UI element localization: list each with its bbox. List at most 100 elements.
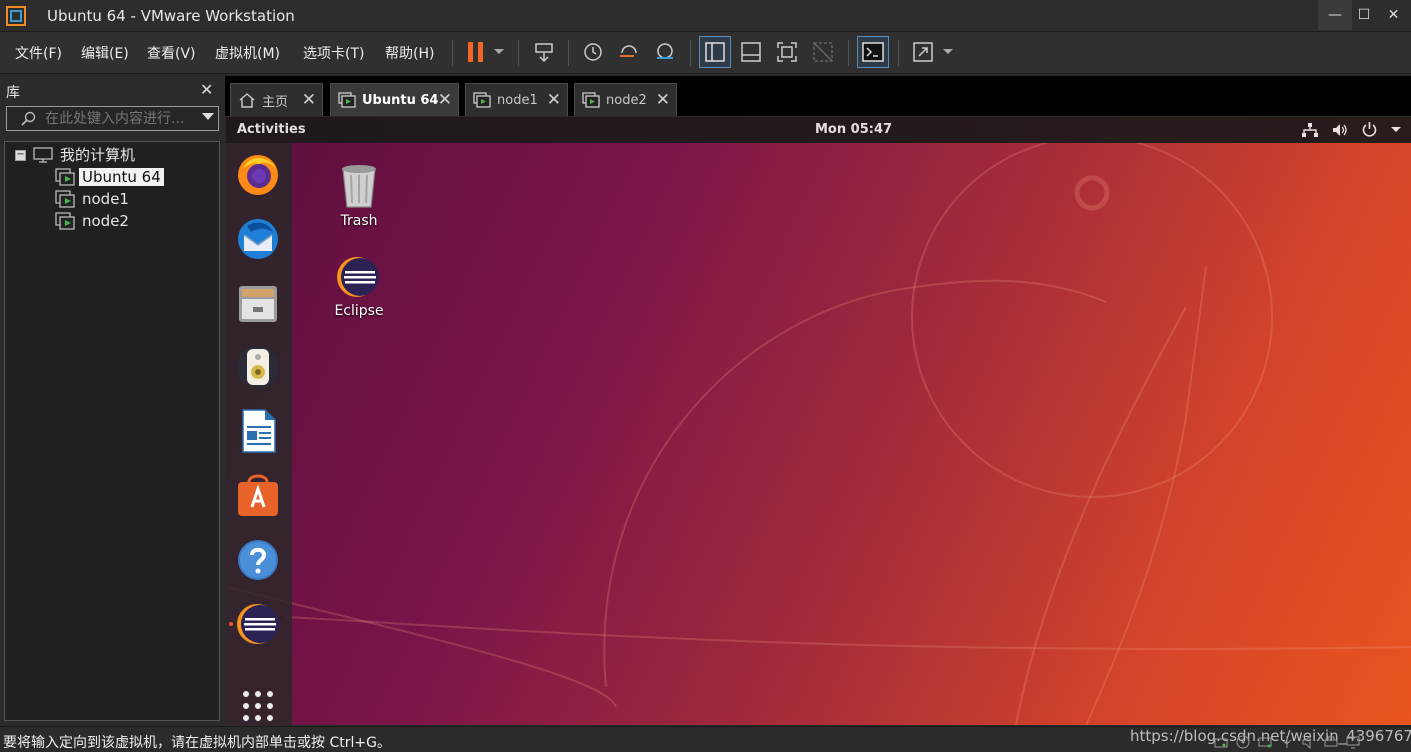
close-tab-button[interactable]: ✕ bbox=[656, 90, 670, 110]
dock-firefox[interactable] bbox=[235, 151, 281, 197]
dock-rhythmbox[interactable] bbox=[235, 344, 281, 390]
clock[interactable]: Mon 05:47 bbox=[815, 122, 892, 137]
tab-ubuntu-64[interactable]: Ubuntu 64 ✕ bbox=[330, 83, 459, 116]
snapshot-button[interactable] bbox=[577, 36, 609, 68]
library-search-input[interactable] bbox=[45, 109, 195, 128]
tree-item-node1[interactable]: node1 bbox=[55, 189, 132, 209]
tab-label: 主页 bbox=[262, 94, 289, 110]
dock-ubuntu-software[interactable] bbox=[235, 472, 281, 518]
network-icon[interactable] bbox=[1302, 122, 1318, 137]
vm-icon bbox=[473, 92, 491, 108]
menu-file[interactable]: 文件(F) bbox=[15, 43, 62, 63]
libreoffice-writer-icon bbox=[242, 409, 276, 453]
tree-collapse-toggle[interactable]: − bbox=[15, 150, 26, 161]
tree-item-label: Ubuntu 64 bbox=[79, 168, 164, 186]
desktop-trash[interactable]: Trash bbox=[319, 161, 399, 229]
tree-item-label: node1 bbox=[82, 190, 129, 208]
tab-node1[interactable]: node1 ✕ bbox=[465, 83, 568, 116]
maximize-button[interactable]: ☐ bbox=[1352, 0, 1376, 30]
dock-libreoffice-writer[interactable] bbox=[235, 408, 281, 454]
close-tab-button[interactable]: ✕ bbox=[547, 90, 561, 110]
vm-console[interactable]: Activities Mon 05:47 Trash Eclipse bbox=[226, 117, 1411, 725]
dock-show-applications[interactable] bbox=[235, 683, 281, 725]
close-library-button[interactable]: ✕ bbox=[200, 80, 213, 99]
thumbnail-bar-button[interactable] bbox=[735, 36, 767, 68]
menu-view[interactable]: 查看(V) bbox=[147, 43, 196, 63]
hard-disk-icon[interactable] bbox=[1214, 735, 1228, 749]
dock-help[interactable] bbox=[235, 537, 281, 583]
library-tree: − 我的计算机 Ubuntu 64 node1 node2 bbox=[4, 141, 220, 721]
stretch-guest-button[interactable] bbox=[907, 36, 939, 68]
home-icon bbox=[239, 93, 255, 108]
computer-icon bbox=[33, 147, 53, 163]
vm-icon bbox=[55, 168, 75, 186]
menu-tabs[interactable]: 选项卡(T) bbox=[303, 43, 364, 63]
pause-icon bbox=[468, 42, 483, 62]
stretch-icon bbox=[913, 42, 933, 62]
chevron-down-icon bbox=[943, 49, 953, 54]
chevron-down-icon bbox=[494, 49, 504, 54]
tab-node2[interactable]: node2 ✕ bbox=[574, 83, 677, 116]
toolbar-separator bbox=[518, 40, 519, 66]
vm-icon bbox=[338, 92, 356, 108]
unity-mode-button[interactable] bbox=[807, 36, 839, 68]
revert-snapshot-button[interactable] bbox=[613, 36, 645, 68]
close-tab-button[interactable]: ✕ bbox=[302, 90, 316, 110]
vm-icon bbox=[582, 92, 600, 108]
toolbar-separator bbox=[452, 40, 453, 66]
thunderbird-icon bbox=[238, 219, 278, 259]
fullscreen-icon bbox=[777, 42, 797, 62]
cd-dvd-icon[interactable] bbox=[1236, 735, 1250, 749]
tab-home[interactable]: 主页 ✕ bbox=[230, 83, 323, 116]
terminal-icon bbox=[862, 42, 884, 62]
console-view-button[interactable] bbox=[857, 36, 889, 68]
tab-label: Ubuntu 64 bbox=[362, 92, 439, 108]
dock-files[interactable] bbox=[235, 280, 281, 326]
snapshot-clock-icon bbox=[584, 43, 602, 61]
minimize-button[interactable]: — bbox=[1318, 0, 1352, 30]
printer-icon[interactable] bbox=[1324, 735, 1338, 749]
volume-icon[interactable] bbox=[1332, 123, 1348, 137]
tree-item-label: node2 bbox=[82, 212, 129, 230]
show-library-button[interactable] bbox=[699, 36, 731, 68]
power-icon[interactable] bbox=[1362, 122, 1377, 137]
tab-strip: 主页 ✕ Ubuntu 64 ✕ node1 ✕ node2 ✕ bbox=[225, 76, 1411, 116]
dock-thunderbird[interactable] bbox=[235, 216, 281, 262]
activities-button[interactable]: Activities bbox=[237, 122, 306, 137]
stretch-dropdown-button[interactable] bbox=[937, 36, 959, 68]
tree-item-ubuntu-64[interactable]: Ubuntu 64 bbox=[55, 167, 164, 187]
unity-mode-icon bbox=[813, 42, 833, 62]
library-search-box[interactable] bbox=[6, 106, 219, 131]
dock-eclipse[interactable] bbox=[235, 601, 281, 647]
device-status-icons bbox=[1214, 735, 1360, 749]
search-dropdown-icon[interactable] bbox=[202, 113, 214, 120]
menu-help[interactable]: 帮助(H) bbox=[385, 43, 434, 63]
ubuntu-dock bbox=[226, 143, 292, 725]
tree-item-node2[interactable]: node2 bbox=[55, 211, 132, 231]
display-icon[interactable] bbox=[1346, 735, 1360, 749]
desktop-eclipse[interactable]: Eclipse bbox=[319, 255, 399, 319]
status-message: 要将输入定向到该虚拟机，请在虚拟机内部单击或按 Ctrl+G。 bbox=[3, 735, 391, 751]
vmware-app-icon bbox=[6, 6, 26, 26]
menu-edit[interactable]: 编辑(E) bbox=[81, 43, 129, 63]
rhythmbox-icon bbox=[237, 346, 279, 388]
power-dropdown-button[interactable] bbox=[488, 36, 510, 68]
usb-icon[interactable] bbox=[1280, 735, 1294, 749]
menu-vm[interactable]: 虚拟机(M) bbox=[215, 43, 280, 63]
window-title: Ubuntu 64 - VMware Workstation bbox=[47, 7, 295, 25]
snapshot-manager-button[interactable] bbox=[649, 36, 681, 68]
full-screen-button[interactable] bbox=[771, 36, 803, 68]
title-bar: Ubuntu 64 - VMware Workstation — ☐ ✕ bbox=[0, 0, 1411, 32]
send-ctrl-alt-del-button[interactable] bbox=[528, 36, 560, 68]
search-icon bbox=[21, 111, 36, 126]
close-tab-button[interactable]: ✕ bbox=[438, 90, 452, 110]
toolbar-separator bbox=[848, 40, 849, 66]
network-adapter-icon[interactable] bbox=[1258, 735, 1272, 749]
close-window-button[interactable]: ✕ bbox=[1376, 0, 1411, 30]
system-tray[interactable] bbox=[1302, 122, 1401, 137]
tree-item-my-computer[interactable]: 我的计算机 bbox=[33, 145, 138, 165]
chevron-down-icon[interactable] bbox=[1391, 126, 1401, 134]
library-title: 库 bbox=[6, 85, 20, 101]
tree-item-label: 我的计算机 bbox=[60, 146, 136, 164]
sound-card-icon[interactable] bbox=[1302, 735, 1316, 749]
